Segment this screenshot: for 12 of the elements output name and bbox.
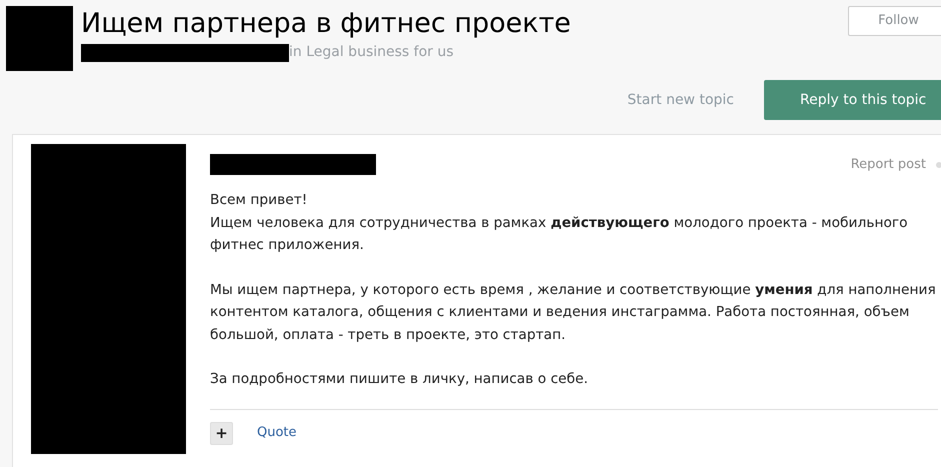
topic-title: Ищем партнера в фитнес проекте xyxy=(81,7,571,41)
quote-link[interactable]: Quote xyxy=(257,423,297,443)
redacted-block xyxy=(6,6,73,71)
report-link[interactable]: Report post xyxy=(850,154,926,174)
plus-button[interactable]: + xyxy=(210,422,233,444)
start-topic-link[interactable]: Start new topic xyxy=(627,90,734,110)
forum-line: in Legal business for us xyxy=(289,43,454,62)
post-paragraph: Всем привет! Ищем человека для сотрудничества в рамках действующего молодого проекта - мобильного фитнес приложения. xyxy=(210,191,909,255)
follow-button[interactable]: Follow xyxy=(848,6,941,36)
post-paragraph: За подробностями пишите в личку, написав о себе. xyxy=(210,370,590,389)
reply-button[interactable]: Reply to this topic xyxy=(764,80,941,120)
post-paragraph: Мы ищем партнера, у которого есть время , желание и соответствующие умения для наполнения контентом каталога, общения с клиентами и ведения инстаграмма. Работа постоянная, объем большой, оплата - треть в проекте, это стартап. xyxy=(210,280,937,344)
